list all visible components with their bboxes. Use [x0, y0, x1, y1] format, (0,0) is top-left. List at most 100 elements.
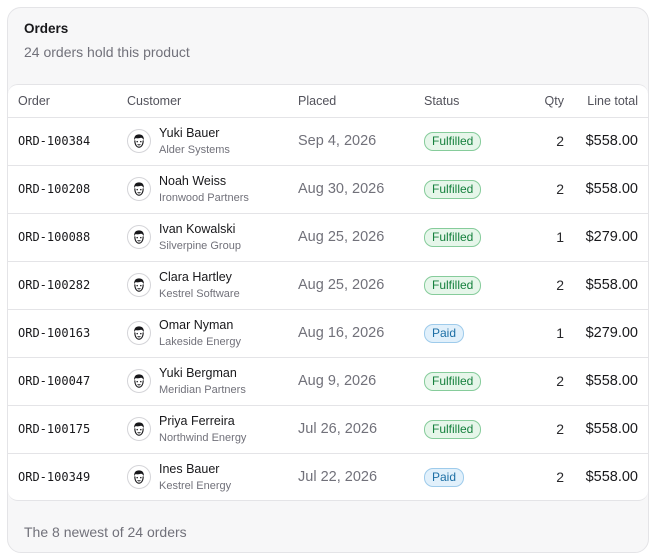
- customer-text: Ines Bauer Kestrel Energy: [159, 462, 231, 493]
- customer-name: Omar Nyman: [159, 317, 234, 332]
- column-header-placed[interactable]: Placed: [298, 85, 424, 118]
- column-header-customer[interactable]: Customer: [127, 85, 298, 118]
- column-header-qty[interactable]: Qty: [512, 85, 564, 118]
- status-badge: Fulfilled: [424, 179, 482, 199]
- line-total: $558.00: [564, 357, 648, 406]
- table-row[interactable]: ORD-100384 Yuki Bauer Alder Systems Sep …: [8, 117, 648, 166]
- person-avatar-icon: [127, 417, 151, 441]
- status-cell: Fulfilled: [424, 213, 512, 262]
- quantity: 2: [512, 357, 564, 406]
- orders-card: Orders 24 orders hold this product Order…: [7, 7, 649, 553]
- customer: Priya Ferreira Northwind Energy: [127, 414, 298, 445]
- customer-name: Noah Weiss: [159, 173, 227, 188]
- line-total: $558.00: [585, 469, 638, 486]
- status-cell: Paid: [424, 453, 512, 500]
- person-avatar-icon: [127, 177, 151, 201]
- status-badge: Fulfilled: [424, 371, 482, 391]
- customer-cell: Clara Hartley Kestrel Software: [127, 261, 298, 310]
- placed-date: Jul 26, 2026: [298, 405, 424, 454]
- status-badge: Paid: [424, 467, 465, 487]
- customer-text: Clara Hartley Kestrel Software: [159, 270, 240, 301]
- customer-cell: Omar Nyman Lakeside Energy: [127, 309, 298, 358]
- customer-company: Kestrel Software: [159, 287, 240, 300]
- customer-cell: Noah Weiss Ironwood Partners: [127, 165, 298, 214]
- order-id[interactable]: ORD-100349: [8, 453, 127, 500]
- customer: Omar Nyman Lakeside Energy: [127, 318, 298, 349]
- status-cell: Fulfilled: [424, 261, 512, 310]
- customer: Ines Bauer Kestrel Energy: [127, 462, 298, 493]
- table-row[interactable]: ORD-100208 Noah Weiss Ironwood Partners: [8, 165, 648, 214]
- status-badge: Fulfilled: [424, 419, 482, 439]
- line-total: $279.00: [564, 213, 648, 262]
- status-cell: Fulfilled: [424, 357, 512, 406]
- order-id[interactable]: ORD-100282: [8, 261, 127, 310]
- table-row[interactable]: ORD-100282 Clara Hartley Kestrel Softwar…: [8, 261, 648, 310]
- card-subtitle: 24 orders hold this product: [24, 44, 190, 60]
- placed-date: Aug 30, 2026: [298, 165, 424, 214]
- quantity: 2: [512, 117, 564, 166]
- customer-company: Kestrel Energy: [159, 479, 232, 492]
- order-id[interactable]: ORD-100208: [8, 165, 127, 214]
- status-cell: Fulfilled: [424, 405, 512, 454]
- line-total: $558.00: [564, 405, 648, 454]
- customer-name: Ines Bauer: [159, 461, 220, 476]
- status-badge: Fulfilled: [424, 275, 482, 295]
- person-avatar-icon: [127, 273, 151, 297]
- customer-cell: Yuki Bauer Alder Systems: [127, 117, 298, 166]
- status-cell: Fulfilled: [424, 117, 512, 166]
- order-id[interactable]: ORD-100384: [8, 117, 127, 166]
- placed-date: Aug 16, 2026: [298, 309, 424, 358]
- customer-company: Alder Systems: [159, 143, 230, 156]
- table-row[interactable]: ORD-100175 Priya Ferreira Northwind Ener…: [8, 405, 648, 454]
- person-avatar-icon: [127, 321, 151, 345]
- quantity: 1: [512, 309, 564, 358]
- table-row[interactable]: ORD-100088 Ivan Kowalski Silverpine Grou…: [8, 213, 648, 262]
- line-total: $558.00: [564, 117, 648, 166]
- quantity: 2: [512, 405, 564, 454]
- status-badge: Fulfilled: [424, 227, 482, 247]
- order-id[interactable]: ORD-100047: [8, 357, 127, 406]
- placed-date: Aug 9, 2026: [298, 357, 424, 406]
- customer-text: Omar Nyman Lakeside Energy: [159, 318, 241, 349]
- placed-date: Sep 4, 2026: [298, 117, 424, 166]
- customer: Ivan Kowalski Silverpine Group: [127, 222, 298, 253]
- customer-cell: Ines Bauer Kestrel Energy: [127, 453, 298, 500]
- table-header-row: Order Customer Placed Status Qty Line to…: [8, 85, 648, 118]
- customer: Yuki Bergman Meridian Partners: [127, 366, 298, 397]
- placed-date: Jul 22, 2026: [298, 469, 378, 486]
- placed-date: Aug 25, 2026: [298, 213, 424, 262]
- customer: Clara Hartley Kestrel Software: [127, 270, 298, 301]
- status-cell: Fulfilled: [424, 165, 512, 214]
- customer-company: Northwind Energy: [159, 431, 247, 444]
- order-id[interactable]: ORD-100163: [8, 309, 127, 358]
- table-row[interactable]: ORD-100047 Yuki Bergman Meridian Partner…: [8, 357, 648, 406]
- customer-name: Yuki Bauer: [159, 125, 220, 140]
- column-header-status[interactable]: Status: [424, 85, 512, 118]
- line-total: $558.00: [564, 165, 648, 214]
- order-id[interactable]: ORD-100175: [8, 405, 127, 454]
- column-header-line-total[interactable]: Line total: [564, 85, 648, 118]
- customer-name: Clara Hartley: [159, 269, 232, 284]
- person-avatar-icon: [127, 369, 151, 393]
- customer-company: Ironwood Partners: [159, 191, 249, 204]
- line-total: $558.00: [564, 261, 648, 310]
- customer-company: Meridian Partners: [159, 383, 246, 396]
- quantity: 2: [512, 165, 564, 214]
- customer-text: Yuki Bergman Meridian Partners: [159, 366, 246, 397]
- quantity: 1: [512, 213, 564, 262]
- orders-table-container: Order Customer Placed Status Qty Line to…: [8, 84, 648, 501]
- table-row[interactable]: ORD-100163 Omar Nyman Lakeside Energy Au…: [8, 309, 648, 358]
- customer-company: Lakeside Energy: [159, 335, 241, 348]
- customer-text: Yuki Bauer Alder Systems: [159, 126, 230, 157]
- customer-company: Silverpine Group: [159, 239, 241, 252]
- order-id[interactable]: ORD-100088: [8, 213, 127, 262]
- status-badge: Fulfilled: [424, 131, 482, 151]
- customer-text: Priya Ferreira Northwind Energy: [159, 414, 246, 445]
- card-header: Orders 24 orders hold this product: [8, 8, 648, 84]
- person-avatar-icon: [127, 129, 151, 153]
- quantity: 2: [512, 261, 564, 310]
- column-header-order[interactable]: Order: [8, 85, 127, 118]
- orders-table: Order Customer Placed Status Qty Line to…: [8, 85, 648, 500]
- customer-name: Yuki Bergman: [159, 365, 237, 380]
- table-row[interactable]: ORD-100349 Ines Bauer Kestrel Energy Jul…: [8, 453, 648, 500]
